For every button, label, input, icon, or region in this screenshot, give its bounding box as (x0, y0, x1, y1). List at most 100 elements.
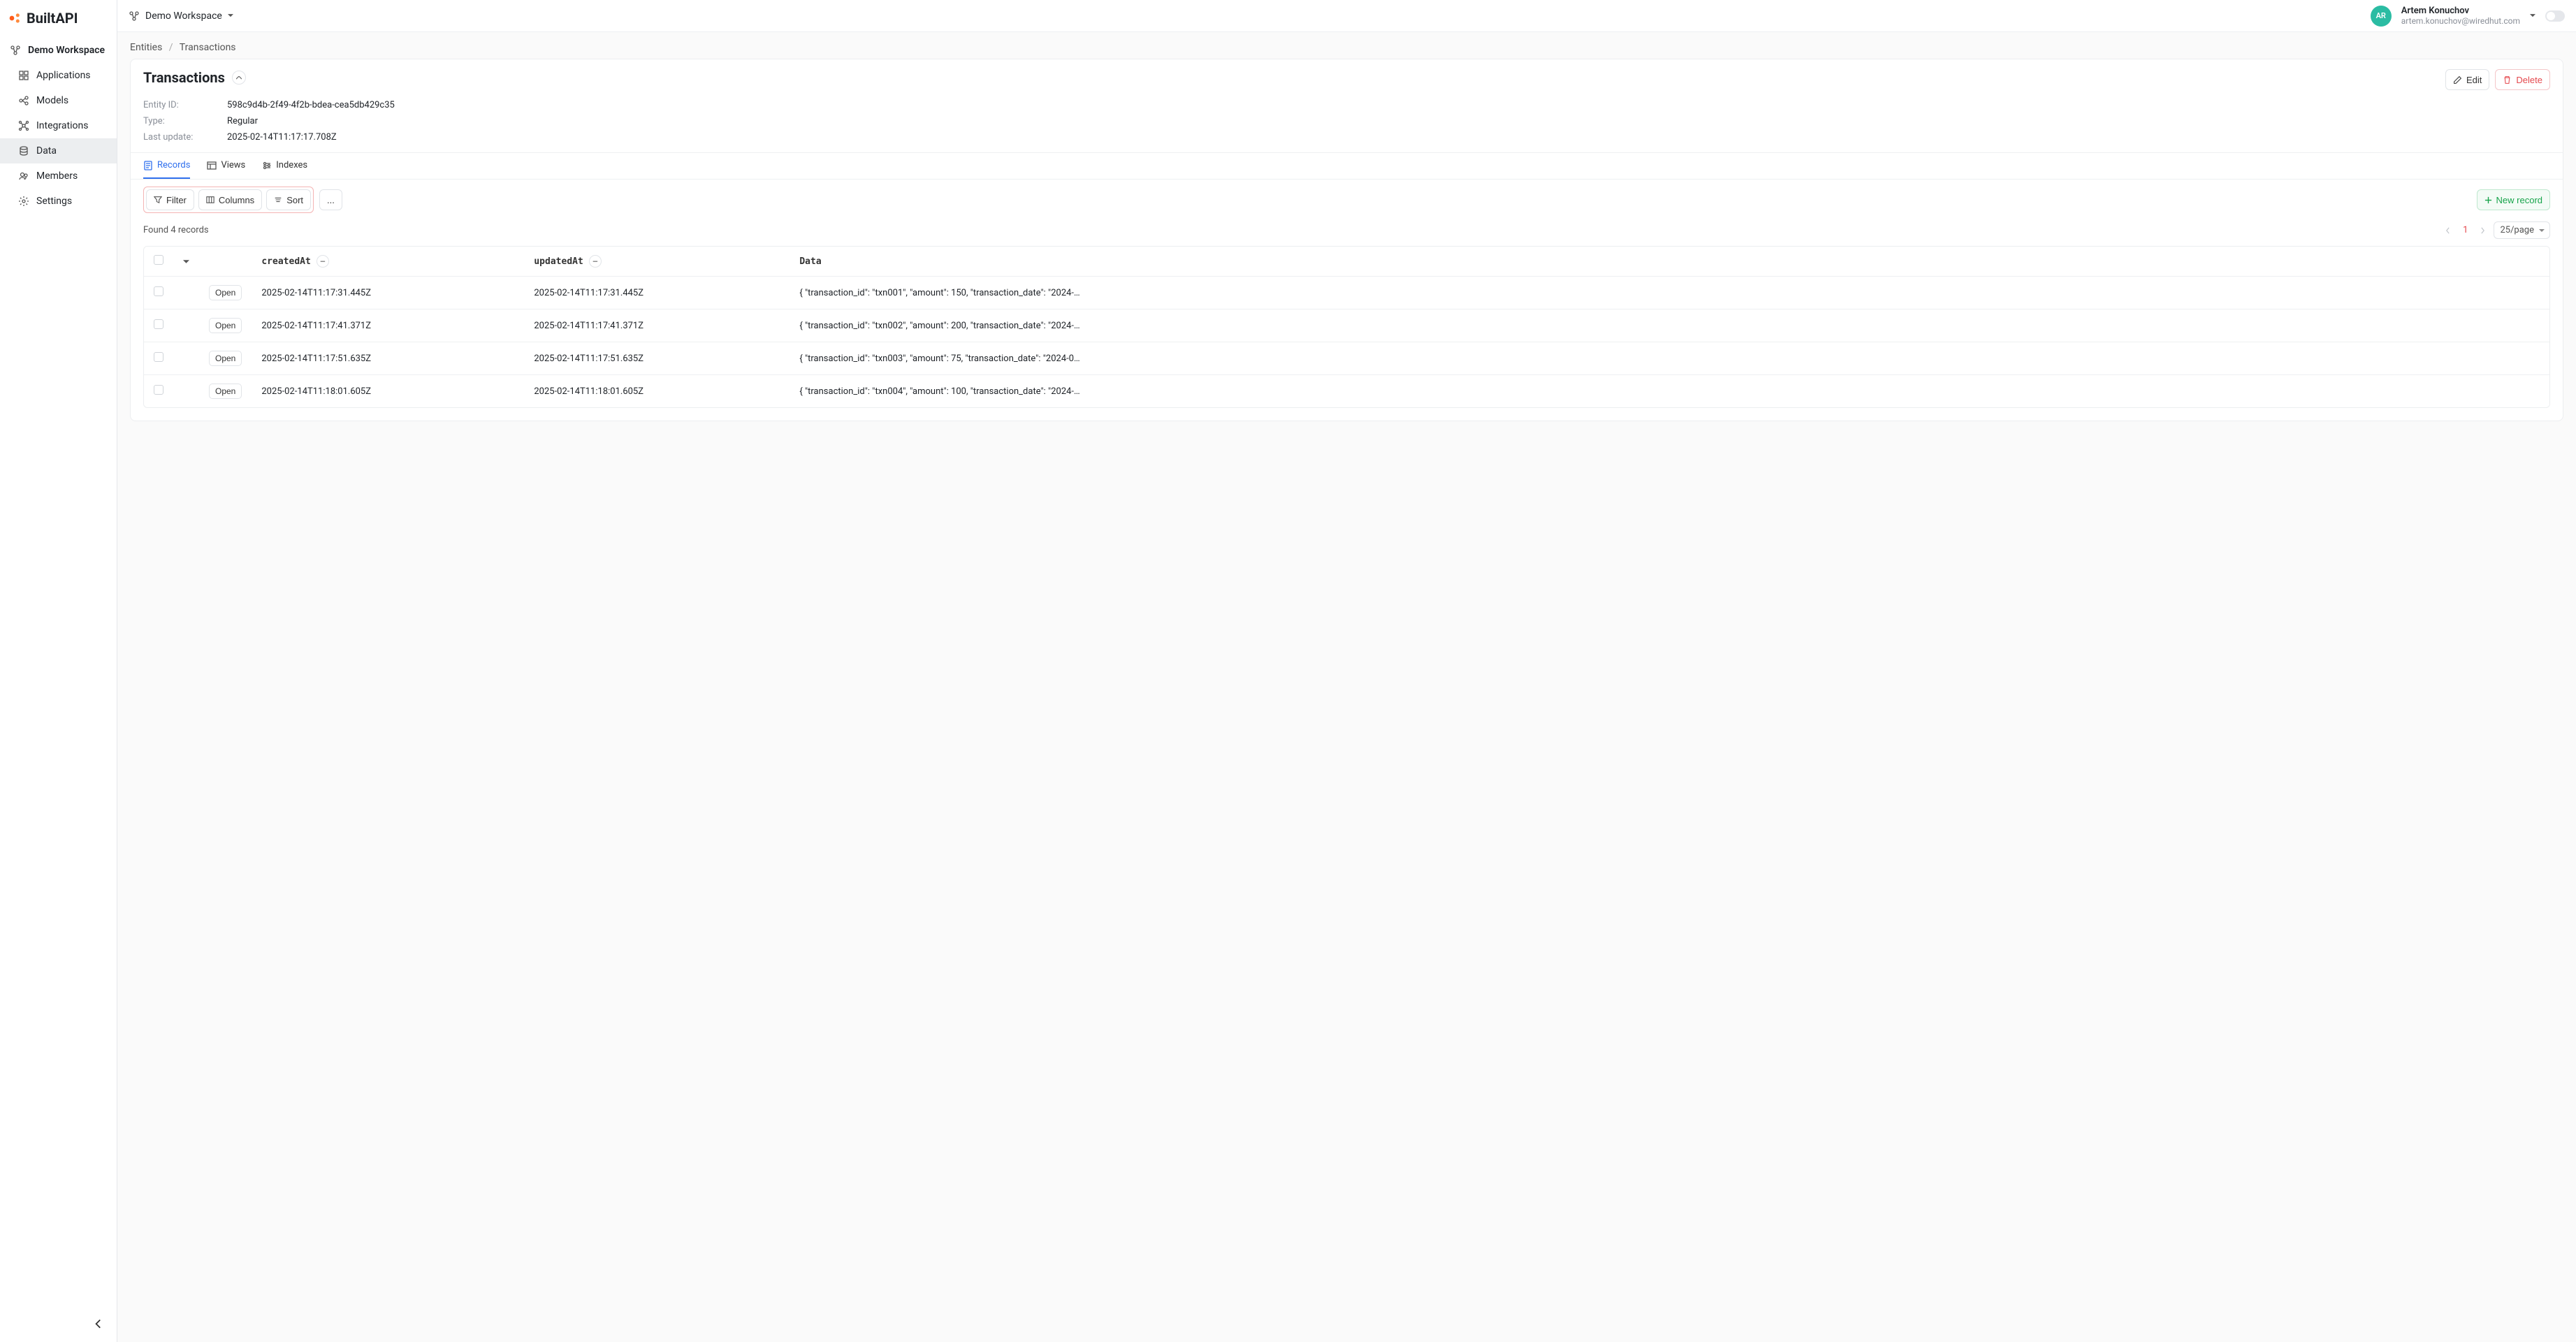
members-icon (18, 170, 29, 182)
records-table: createdAt− updatedAt− Data Open 2025-02-1… (143, 246, 2550, 408)
gear-icon (18, 196, 29, 207)
tab-views[interactable]: Views (207, 153, 245, 179)
sidebar-item-label: Settings (36, 196, 72, 207)
entity-type-label: Type: (143, 116, 227, 126)
tab-indexes[interactable]: Indexes (262, 153, 307, 179)
new-record-button[interactable]: New record (2477, 189, 2550, 210)
user-info[interactable]: Artem Konuchov artem.konuchov@wiredhut.c… (2401, 6, 2520, 27)
plus-icon (2484, 196, 2492, 204)
workspace-icon (129, 10, 140, 22)
user-email: artem.konuchov@wiredhut.com (2401, 16, 2520, 26)
cell-createdat: 2025-02-14T11:18:01.605Z (252, 375, 524, 408)
filter-columns-sort-group: Filter Columns Sort (143, 187, 314, 213)
edit-button[interactable]: Edit (2445, 69, 2489, 90)
cell-updatedat: 2025-02-14T11:17:31.445Z (524, 277, 789, 309)
caret-down-icon (228, 14, 233, 17)
theme-toggle[interactable] (2545, 10, 2565, 22)
open-record-button[interactable]: Open (209, 384, 242, 399)
header-checkbox[interactable] (144, 247, 173, 277)
row-checkbox[interactable] (144, 309, 173, 342)
dash-icon: − (316, 255, 329, 268)
indexes-icon (262, 161, 272, 170)
entity-type-value: Regular (227, 116, 2550, 126)
entity-updated-label: Last update: (143, 132, 227, 143)
row-expand[interactable] (173, 277, 199, 309)
filter-button[interactable]: Filter (146, 189, 194, 210)
views-icon (207, 161, 217, 170)
row-checkbox[interactable] (144, 342, 173, 375)
workspace-selector[interactable]: Demo Workspace (129, 10, 233, 22)
open-record-button[interactable]: Open (209, 318, 242, 333)
sidebar-item-label: Integrations (36, 120, 88, 131)
open-record-button[interactable]: Open (209, 285, 242, 300)
row-checkbox[interactable] (144, 375, 173, 408)
breadcrumb-current: Transactions (180, 42, 236, 53)
found-count: Found 4 records (143, 225, 209, 235)
records-icon (143, 161, 153, 170)
columns-icon (206, 196, 214, 204)
workspace-selector-label: Demo Workspace (145, 10, 222, 22)
tab-records[interactable]: Records (143, 153, 190, 179)
header-createdat[interactable]: createdAt− (252, 247, 524, 277)
trash-icon (2503, 75, 2512, 85)
more-button[interactable]: ... (319, 189, 342, 210)
header-updatedat[interactable]: updatedAt− (524, 247, 789, 277)
table-row: Open2025-02-14T11:17:41.371Z2025-02-14T1… (144, 309, 2549, 342)
row-expand[interactable] (173, 375, 199, 408)
entity-id-label: Entity ID: (143, 100, 227, 110)
sidebar-item-label: Members (36, 170, 78, 182)
breadcrumb-root[interactable]: Entities (130, 42, 162, 53)
cell-createdat: 2025-02-14T11:17:41.371Z (252, 309, 524, 342)
page-number[interactable]: 1 (2459, 225, 2472, 235)
sort-button[interactable]: Sort (266, 189, 311, 210)
workspace-icon (10, 45, 21, 56)
filter-icon (154, 196, 162, 204)
sidebar: BuiltAPI Demo Workspace Applications Mod… (0, 0, 117, 1342)
collapse-sidebar-button[interactable] (89, 1314, 108, 1334)
entity-panel: Transactions Edit Delete (130, 59, 2563, 421)
main-content: Demo Workspace AR Artem Konuchov artem.k… (117, 0, 2576, 1342)
sidebar-item-label: Models (36, 95, 68, 106)
row-expand[interactable] (173, 309, 199, 342)
cell-data: { "transaction_id": "txn002", "amount": … (789, 309, 2549, 342)
grid-icon (18, 70, 29, 81)
delete-button[interactable]: Delete (2495, 69, 2550, 90)
header-open (199, 247, 252, 277)
page-size-select[interactable]: 25/page (2494, 221, 2550, 239)
collapse-entity-button[interactable] (232, 71, 246, 85)
dash-icon: − (589, 255, 602, 268)
brand-logo[interactable]: BuiltAPI (0, 0, 117, 38)
user-avatar[interactable]: AR (2371, 6, 2392, 27)
entity-id-value: 598c9d4b-2f49-4f2b-bdea-cea5db429c35 (227, 100, 2550, 110)
cell-createdat: 2025-02-14T11:17:31.445Z (252, 277, 524, 309)
row-checkbox[interactable] (144, 277, 173, 309)
cell-data: { "transaction_id": "txn001", "amount": … (789, 277, 2549, 309)
header-data[interactable]: Data (789, 247, 2549, 277)
table-row: Open 2025-02-14T11:17:31.445Z2025-02-14T1… (144, 277, 2549, 309)
breadcrumb-sep: / (169, 42, 173, 53)
header-dropdown[interactable] (173, 247, 199, 277)
caret-down-icon[interactable] (2530, 14, 2535, 17)
breadcrumb: Entities / Transactions (117, 32, 2576, 59)
sidebar-item-integrations[interactable]: Integrations (0, 113, 117, 138)
page-next[interactable] (2477, 227, 2488, 234)
sidebar-item-data[interactable]: Data (0, 138, 117, 163)
sidebar-item-models[interactable]: Models (0, 88, 117, 113)
sidebar-item-label: Data (36, 145, 57, 156)
models-icon (18, 95, 29, 106)
cell-data: { "transaction_id": "txn004", "amount": … (789, 375, 2549, 408)
sidebar-item-members[interactable]: Members (0, 163, 117, 189)
records-toolbar: Filter Columns Sort ... (131, 180, 2563, 219)
page-prev[interactable] (2443, 227, 2453, 234)
cell-updatedat: 2025-02-14T11:17:51.635Z (524, 342, 789, 375)
sidebar-workspace[interactable]: Demo Workspace (0, 38, 117, 63)
columns-button[interactable]: Columns (198, 189, 262, 210)
user-name: Artem Konuchov (2401, 6, 2520, 17)
sort-icon (274, 196, 282, 204)
sidebar-item-settings[interactable]: Settings (0, 189, 117, 214)
row-expand[interactable] (173, 342, 199, 375)
cell-data: { "transaction_id": "txn003", "amount": … (789, 342, 2549, 375)
open-record-button[interactable]: Open (209, 351, 242, 366)
sidebar-item-applications[interactable]: Applications (0, 63, 117, 88)
table-row: Open2025-02-14T11:17:51.635Z2025-02-14T1… (144, 342, 2549, 375)
